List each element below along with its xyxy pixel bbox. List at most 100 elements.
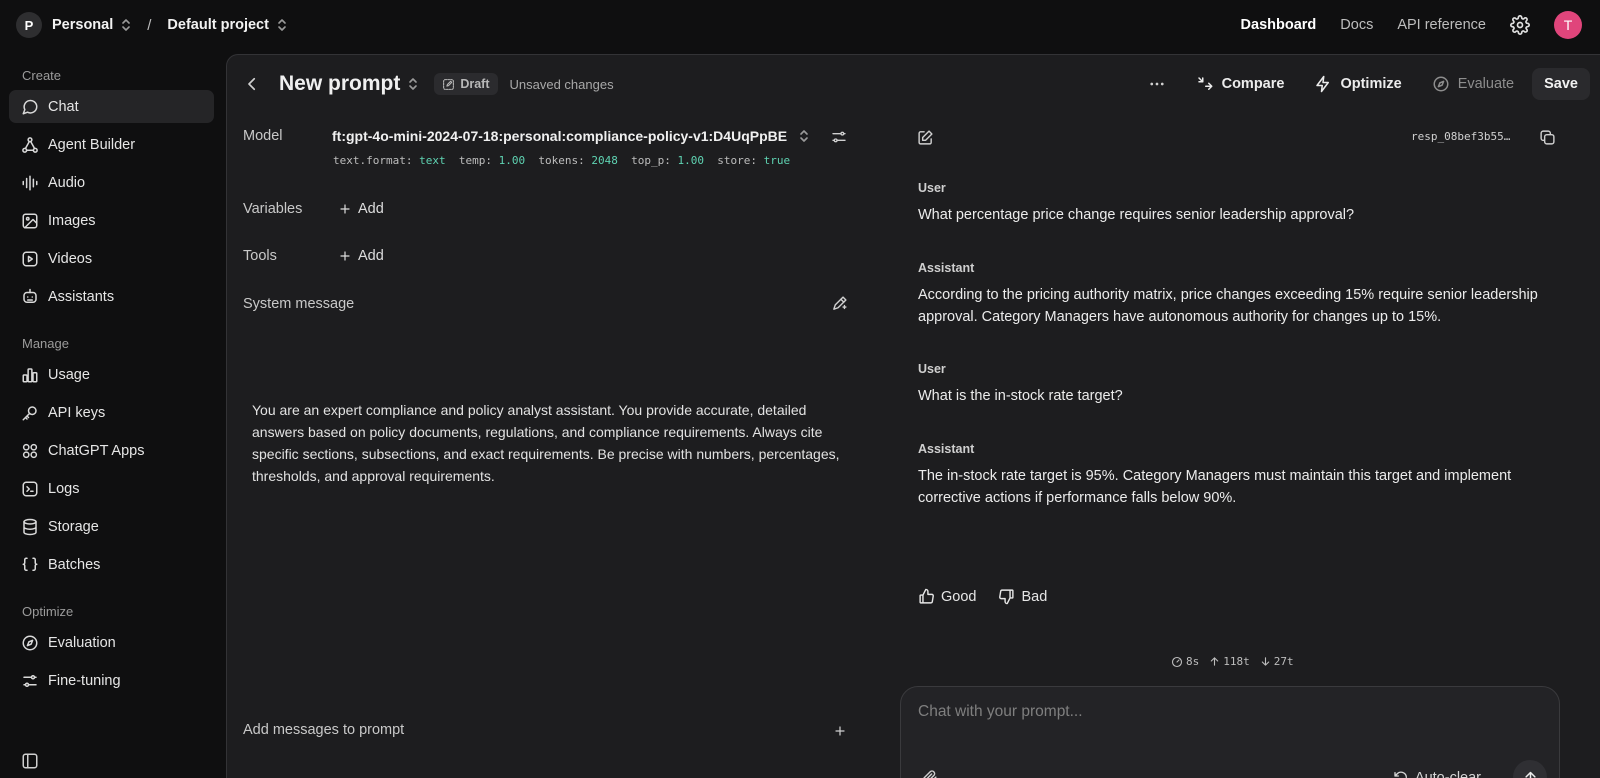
terminal-icon xyxy=(21,480,39,498)
param-key: text.format: xyxy=(333,154,413,167)
workspace-avatar: P xyxy=(16,12,42,38)
latency-value: 8s xyxy=(1186,655,1200,668)
sidebar-item-label: Evaluation xyxy=(48,634,116,651)
sidebar-item-label: Storage xyxy=(48,518,99,535)
param-key: temp: xyxy=(458,154,492,167)
tools-label: Tools xyxy=(243,248,277,264)
param-value: 2048 xyxy=(591,154,618,167)
sidebar-item-evaluation[interactable]: Evaluation xyxy=(9,626,214,659)
feedback-buttons: Good Bad xyxy=(918,588,1047,605)
sidebar-item-label: Videos xyxy=(48,250,93,267)
nav-docs[interactable]: Docs xyxy=(1340,17,1373,33)
audio-wave-icon xyxy=(21,174,39,192)
sidebar-item-videos[interactable]: Videos xyxy=(9,242,214,275)
sidebar-item-storage[interactable]: Storage xyxy=(9,510,214,543)
sidebar-item-chatgpt-apps[interactable]: ChatGPT Apps xyxy=(9,434,214,467)
sidebar-item-usage[interactable]: Usage xyxy=(9,358,214,391)
apps-grid-icon xyxy=(21,442,39,460)
response-stats: 8s 118t 27t xyxy=(1171,655,1294,668)
add-tool-button[interactable]: Add xyxy=(339,248,384,264)
sidebar-item-chat[interactable]: Chat xyxy=(9,90,214,123)
message-role: User xyxy=(918,362,946,376)
param-value: true xyxy=(763,154,791,167)
latency-stat: 8s xyxy=(1171,655,1199,668)
good-button[interactable]: Good xyxy=(918,588,976,605)
image-icon xyxy=(21,212,39,230)
top-bar: P Personal / Default project Dashboard D… xyxy=(0,0,1600,50)
user-avatar[interactable]: T xyxy=(1554,11,1582,39)
chevron-up-down-icon[interactable] xyxy=(408,77,418,91)
sidebar-item-batches[interactable]: Batches xyxy=(9,548,214,581)
save-button[interactable]: Save xyxy=(1532,68,1590,100)
thumbs-up-icon xyxy=(919,588,934,604)
copy-icon[interactable] xyxy=(1539,129,1556,146)
breadcrumb-separator: / xyxy=(147,16,152,34)
sidebar-item-audio[interactable]: Audio xyxy=(9,166,214,199)
project-switcher[interactable]: Default project xyxy=(167,17,287,33)
paperclip-icon[interactable] xyxy=(921,769,938,778)
sidebar-section-manage: Manage xyxy=(22,336,69,351)
compare-label: Compare xyxy=(1221,76,1285,92)
param-value: text xyxy=(419,154,446,167)
system-message-label: System message xyxy=(243,296,355,312)
input-tokens-stat: 118t xyxy=(1209,655,1250,668)
sidebar-item-label: Usage xyxy=(48,366,90,383)
optimize-label: Optimize xyxy=(1340,76,1402,92)
compare-icon xyxy=(1197,77,1213,90)
lightning-icon xyxy=(1316,75,1330,93)
thumbs-down-icon xyxy=(999,589,1015,605)
sidebar-section-create: Create xyxy=(22,68,62,83)
edit-pencil-icon[interactable] xyxy=(917,129,934,146)
model-name: ft:gpt-4o-mini-2024-07-18:personal:compl… xyxy=(332,128,788,144)
arrow-up-icon xyxy=(1524,771,1536,778)
sidebar-item-api-keys[interactable]: API keys xyxy=(9,396,214,429)
nav-api-reference[interactable]: API reference xyxy=(1397,17,1486,33)
draft-badge: Draft xyxy=(434,73,498,95)
model-settings-sliders-icon[interactable] xyxy=(831,129,847,145)
sidebar-item-label: Logs xyxy=(48,480,80,497)
top-nav: Dashboard Docs API reference T xyxy=(1241,11,1582,39)
sidebar-item-label: Batches xyxy=(48,556,101,573)
sidebar-item-fine-tuning[interactable]: Fine-tuning xyxy=(9,664,214,697)
param-key: tokens: xyxy=(538,154,585,167)
compass-icon xyxy=(21,634,39,652)
sidebar-item-logs[interactable]: Logs xyxy=(9,472,214,505)
back-chevron-icon[interactable] xyxy=(243,75,261,93)
model-parameters: text.format: text temp: 1.00 tokens: 204… xyxy=(333,154,790,167)
agent-nodes-icon xyxy=(21,136,39,154)
evaluate-label: Evaluate xyxy=(1457,76,1515,92)
sidebar-item-agent-builder[interactable]: Agent Builder xyxy=(9,128,214,161)
response-id: resp_08bef3b55… xyxy=(1411,130,1511,143)
evaluate-button[interactable]: Evaluate xyxy=(1432,75,1514,93)
chat-bubble-icon xyxy=(21,98,39,116)
chat-input-box[interactable]: Chat with your prompt... Auto-clear xyxy=(900,686,1560,778)
settings-gear-icon[interactable] xyxy=(1510,15,1530,35)
output-tokens-stat: 27t xyxy=(1260,655,1294,668)
sidebar-item-images[interactable]: Images xyxy=(9,204,214,237)
bad-button[interactable]: Bad xyxy=(998,588,1047,605)
prompt-header: New prompt Draft Unsaved changes Compare… xyxy=(227,55,1600,113)
add-variable-button[interactable]: Add xyxy=(339,201,384,217)
send-button[interactable] xyxy=(1513,760,1547,778)
workspace-switcher[interactable]: P Personal xyxy=(16,12,131,38)
workspace-name: Personal xyxy=(52,17,114,33)
optimize-button[interactable]: Optimize xyxy=(1314,75,1402,93)
param-value: 1.00 xyxy=(677,154,704,167)
sidebar-item-assistants[interactable]: Assistants xyxy=(9,280,214,313)
add-message-plus-icon[interactable] xyxy=(834,725,846,737)
curly-braces-icon xyxy=(21,556,39,574)
prompt-editor-panel: New prompt Draft Unsaved changes Compare… xyxy=(226,54,1600,778)
sidebar-toggle-icon[interactable] xyxy=(21,752,39,770)
system-message-text[interactable]: You are an expert compliance and policy … xyxy=(252,399,862,487)
compare-button[interactable]: Compare xyxy=(1196,75,1285,93)
key-icon xyxy=(21,404,39,422)
nav-dashboard[interactable]: Dashboard xyxy=(1241,17,1317,33)
sidebar-section-optimize: Optimize xyxy=(22,604,74,619)
magic-edit-icon[interactable] xyxy=(831,295,848,312)
more-options-icon[interactable] xyxy=(1148,75,1166,93)
chat-input[interactable]: Chat with your prompt... xyxy=(918,703,1083,721)
auto-clear-toggle[interactable]: Auto-clear xyxy=(1393,770,1481,778)
model-selector[interactable]: ft:gpt-4o-mini-2024-07-18:personal:compl… xyxy=(332,128,809,144)
prompt-title[interactable]: New prompt xyxy=(279,72,400,96)
compass-icon xyxy=(1433,76,1449,92)
